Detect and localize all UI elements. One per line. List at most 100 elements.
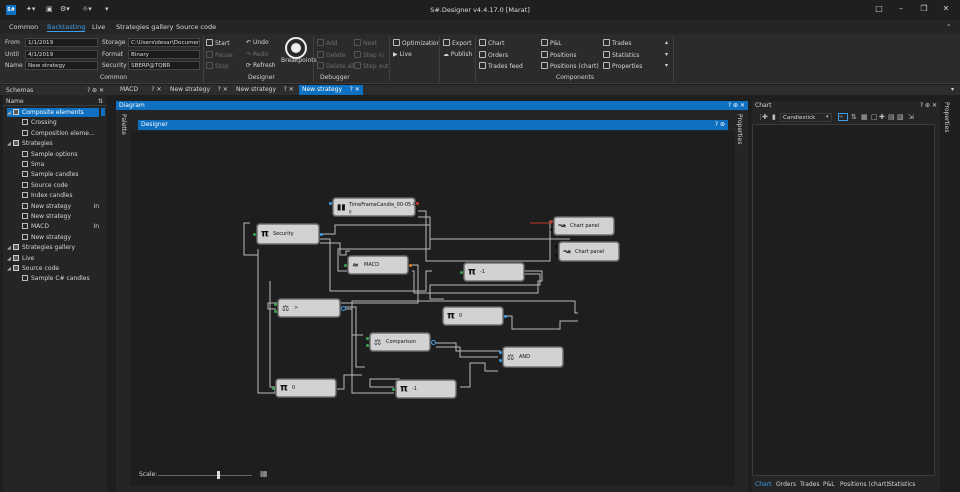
grid-icon[interactable]: ▦ (861, 113, 868, 121)
tree-item[interactable]: Composition eleme... (22, 129, 99, 138)
publish-button[interactable]: ☁ Publish (443, 51, 472, 58)
positions-chart-component-button[interactable]: Positions (chart) (541, 62, 599, 70)
next-button[interactable]: Next (354, 39, 377, 47)
input-port[interactable] (274, 303, 277, 306)
output-port[interactable] (431, 340, 436, 345)
properties-right-side-tab[interactable]: Properties (943, 102, 950, 132)
storage-field[interactable]: C:\Users\desar\Documer (128, 38, 200, 47)
gallery-scroll-down-icon[interactable]: ▾ (665, 51, 668, 58)
bottom-tab-pnl[interactable]: P&L (823, 481, 835, 488)
ribbon-collapse-icon[interactable]: ⌃ (946, 23, 951, 31)
tree-item[interactable]: Index candles (22, 191, 99, 200)
node-candles[interactable]: ▮▮ TimeFrameCandle_00-05-0 0 (329, 198, 419, 216)
node-constant-minus-one-b[interactable]: π -1 (392, 380, 456, 398)
node-constant-zero-a[interactable]: π 0 (443, 307, 507, 325)
statistics-component-button[interactable]: Statistics (603, 51, 639, 59)
delete-all-button[interactable]: Delete all (317, 62, 355, 70)
add-breakpoint-button[interactable]: Add (317, 39, 338, 47)
chart-style-select[interactable]: Candlestick (780, 113, 832, 122)
tab-live[interactable]: Live (92, 23, 105, 31)
bottom-tab-positions-chart[interactable]: Positions (chart) (840, 481, 889, 488)
designer-controls-icon[interactable]: ? ⊛ (715, 120, 725, 130)
bottom-tab-trades[interactable]: Trades (800, 481, 820, 488)
tree-item[interactable]: New strategy (22, 233, 99, 242)
tree-item[interactable]: New strategy In (22, 202, 99, 211)
tree-item[interactable]: New strategy (22, 212, 99, 221)
input-port[interactable] (499, 351, 502, 354)
tree-item[interactable]: Sample candles (22, 170, 99, 179)
scale-slider-thumb[interactable] (217, 471, 220, 479)
node-and[interactable]: ⚖ AND (499, 347, 563, 367)
input-port[interactable] (366, 344, 369, 347)
candles-icon[interactable]: ▮ (772, 113, 776, 121)
input-port[interactable] (272, 387, 275, 390)
refresh-button[interactable]: ⟳ Refresh (246, 62, 276, 69)
stop-button[interactable]: Stop (206, 62, 229, 70)
layout-icon[interactable]: ▧ (897, 113, 904, 121)
input-port[interactable] (550, 228, 553, 231)
palette-side-tab[interactable]: Palette (120, 114, 127, 135)
chart-controls-icon[interactable]: ? ⊛ ✕ (920, 101, 937, 110)
breakpoints-button[interactable]: Breakpoints (281, 57, 317, 64)
tree-scroll-thumb[interactable] (101, 108, 105, 116)
bottom-tab-orders[interactable]: Orders (776, 481, 796, 488)
input-port[interactable] (253, 233, 256, 236)
input-port[interactable] (344, 264, 347, 267)
positions-component-button[interactable]: Positions (541, 51, 577, 59)
step-in-button[interactable]: Step in (354, 51, 384, 59)
input-port[interactable] (329, 202, 332, 205)
output-port[interactable] (504, 315, 507, 318)
undo-button[interactable]: ↶ Undo (246, 39, 269, 46)
tree-item[interactable]: Sample C# candles (22, 274, 99, 283)
node-chart-panel-1[interactable]: ↝ Chart panel (550, 217, 614, 235)
input-port[interactable] (274, 310, 277, 313)
sort-icon[interactable]: ⇅ (98, 97, 103, 106)
chart-area[interactable] (752, 124, 935, 476)
node-constant-zero-b[interactable]: π 0 (272, 379, 336, 397)
node-chart-panel-2[interactable]: ↝ Chart panel (555, 242, 619, 261)
step-out-button[interactable]: Step out (354, 62, 388, 70)
document-icon[interactable]: □ (871, 113, 878, 121)
tree-item[interactable]: ◢ Strategies gallery (7, 243, 99, 252)
tree-item[interactable]: ◢ Live (7, 254, 99, 263)
gallery-expand-icon[interactable]: ▾ (665, 62, 668, 69)
delete-breakpoint-button[interactable]: Delete (317, 51, 346, 59)
minimize-icon[interactable]: – (895, 4, 907, 13)
doc-tab-new-strategy-active[interactable]: New strategy ? ✕ (299, 85, 363, 95)
tree-item[interactable]: ◢ Composite elements (7, 108, 99, 117)
input-port[interactable] (460, 271, 463, 274)
pnl-component-button[interactable]: P&L (541, 39, 562, 47)
pause-button[interactable]: Pause (206, 51, 233, 59)
live-button[interactable]: ▶ Live (393, 51, 412, 58)
until-date-field[interactable]: 4/1/2019 (25, 50, 98, 59)
node-greater-than[interactable]: ⚖ > (274, 299, 346, 317)
sort-arrows-icon[interactable]: ⇅ (851, 113, 857, 121)
properties-side-tab[interactable]: Properties (736, 114, 743, 144)
from-date-field[interactable]: 1/1/2019 (25, 38, 98, 47)
gallery-scroll-up-icon[interactable]: ▴ (665, 39, 668, 46)
tabs-overflow-icon[interactable]: ▾ (948, 85, 958, 95)
export-button[interactable]: Export (443, 39, 472, 47)
export-chart-icon[interactable]: ⇲ (908, 113, 914, 121)
chart-component-button[interactable]: Chart (479, 39, 505, 47)
designer-canvas[interactable]: ▮▮ TimeFrameCandle_00-05-0 0 π Security … (130, 131, 735, 486)
node-macd[interactable]: ≈ MACD (344, 256, 412, 274)
crosshair-icon[interactable]: ✚ (879, 113, 885, 121)
output-port[interactable] (416, 202, 419, 205)
node-security[interactable]: π Security (253, 224, 323, 244)
node-comparison[interactable]: ⚖ Comparison (366, 333, 436, 351)
tree-item[interactable]: MACD In (22, 222, 99, 231)
tree-item[interactable]: Sample options (22, 150, 99, 159)
optimization-button[interactable]: Optimization (393, 39, 440, 47)
tree-item[interactable]: ◢ Source code (7, 264, 99, 273)
tab-common[interactable]: Common (9, 23, 38, 31)
tab-strategies-gallery[interactable]: Strategies gallery (116, 23, 174, 31)
start-button[interactable]: Start (206, 39, 230, 47)
input-port[interactable] (499, 359, 502, 362)
strategy-name-field[interactable]: New strategy (25, 61, 98, 70)
output-port[interactable] (409, 264, 412, 267)
bottom-tab-chart[interactable]: Chart (755, 481, 772, 488)
diagram-controls-icon[interactable]: ? ⊛ ✕ (728, 101, 745, 110)
input-port[interactable] (555, 245, 558, 248)
restore-icon[interactable]: ❐ (918, 4, 930, 13)
